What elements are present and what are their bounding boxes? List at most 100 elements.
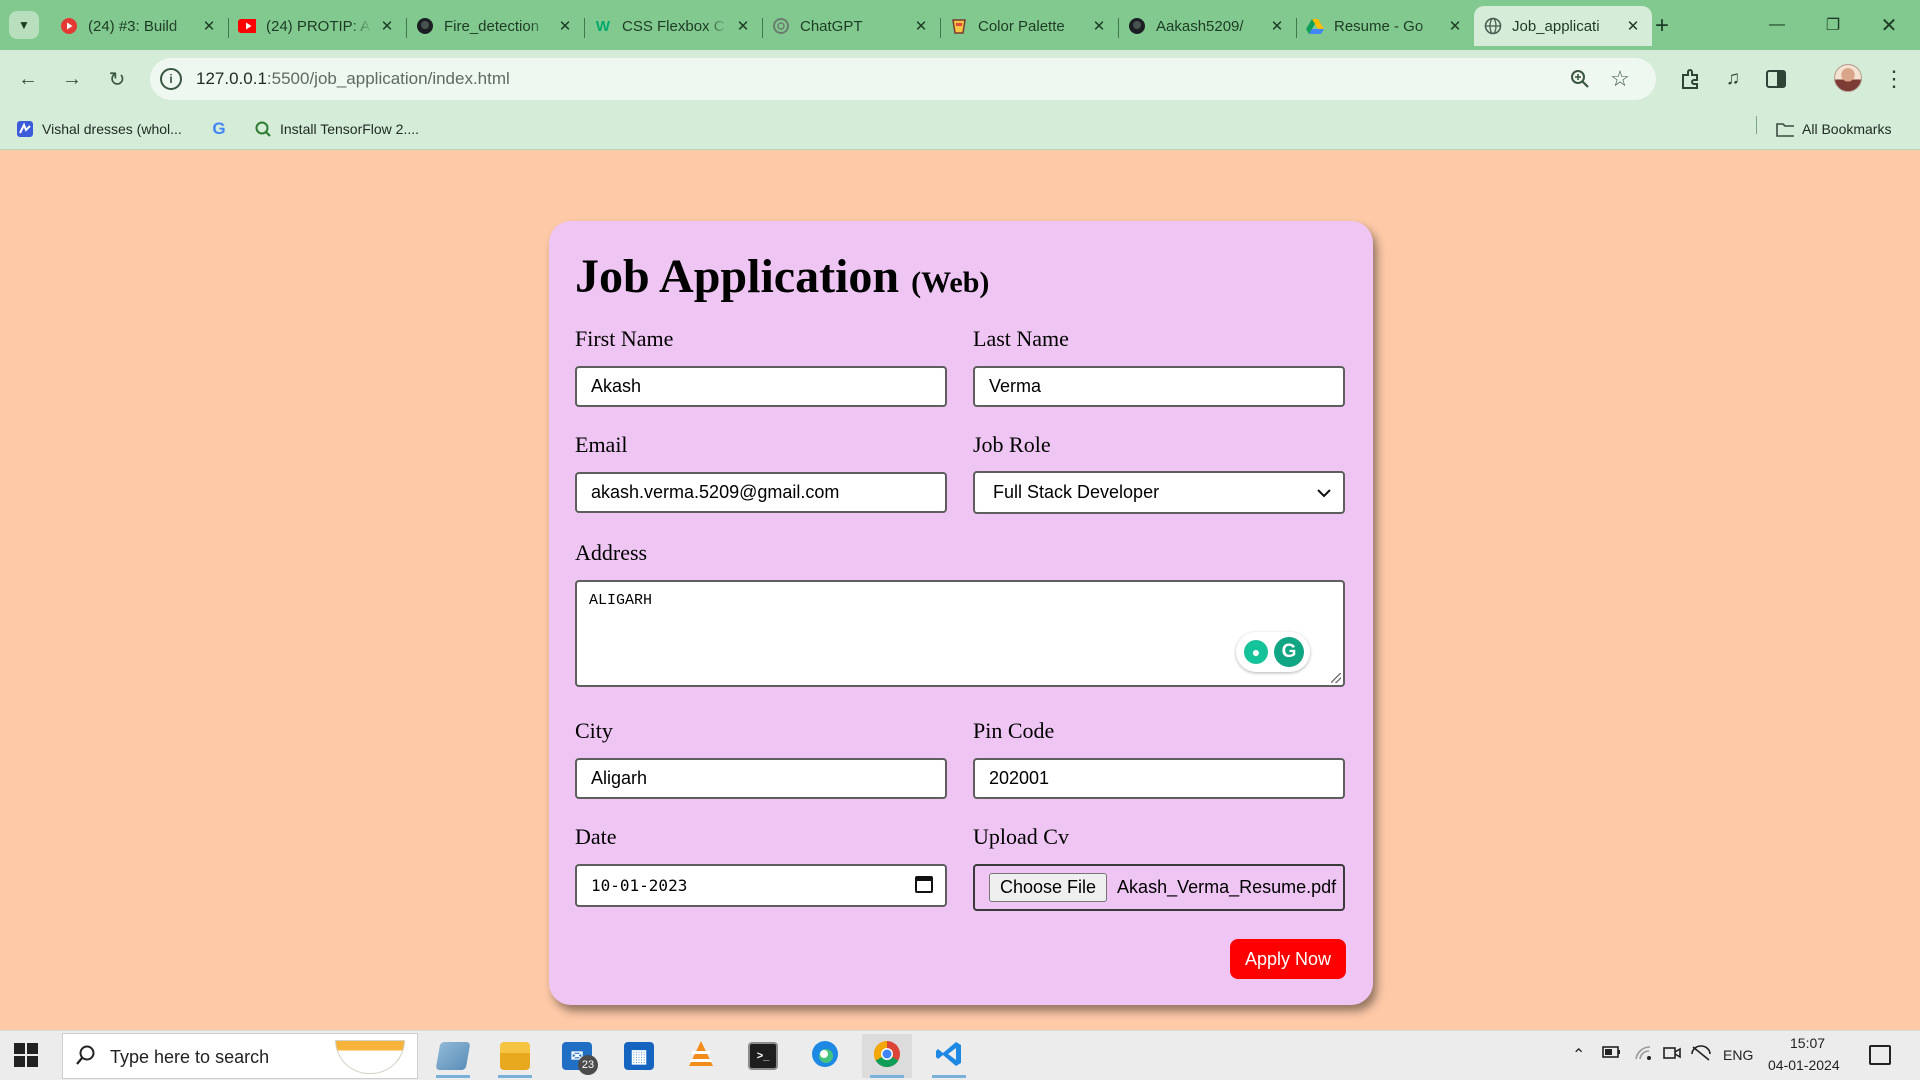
taskbar-search[interactable]: Type here to search	[62, 1033, 418, 1079]
language-indicator[interactable]: ENG	[1723, 1047, 1753, 1063]
close-icon[interactable]: ✕	[556, 17, 574, 35]
all-bookmarks-label: All Bookmarks	[1802, 121, 1892, 137]
more-menu-icon[interactable]: ⋮	[1878, 63, 1910, 95]
tab-color-palette[interactable]: Color Palette ✕	[940, 6, 1118, 46]
tab-title: ChatGPT	[800, 17, 863, 35]
close-icon[interactable]: ✕	[734, 17, 752, 35]
email-input[interactable]: akash.verma.5209@gmail.com	[575, 472, 947, 513]
star-icon[interactable]: ☆	[1608, 66, 1632, 91]
grammarly-widget[interactable]: ● G	[1236, 632, 1310, 672]
folder-icon	[1776, 120, 1794, 138]
bookmarks-bar: Vishal dresses (whol... G Install Tensor…	[0, 108, 1920, 150]
close-icon[interactable]: ✕	[1268, 17, 1286, 35]
taskbar-app-file-explorer[interactable]	[490, 1034, 540, 1078]
chatgpt-icon	[772, 17, 790, 35]
minimize-button[interactable]: —	[1754, 10, 1800, 40]
network-icon[interactable]	[1690, 1045, 1712, 1066]
windows-start-icon[interactable]	[14, 1043, 38, 1067]
browser-toolbar: ← → ↻ i 127.0.0.1:5500/job_application/i…	[0, 50, 1920, 108]
tab-job-application[interactable]: Job_applicati ✕	[1474, 6, 1652, 46]
search-bookmark-icon	[254, 120, 272, 138]
resize-handle-icon[interactable]	[1331, 673, 1341, 683]
new-tab-button[interactable]: +	[1648, 12, 1676, 40]
close-window-button[interactable]: ✕	[1866, 10, 1912, 40]
chevron-up-icon[interactable]: ⌃	[1572, 1045, 1585, 1065]
w3schools-icon: W	[595, 17, 611, 35]
bookmark-label: Install TensorFlow 2....	[280, 121, 420, 137]
close-icon[interactable]: ✕	[912, 17, 930, 35]
clock-time[interactable]: 15:07	[1790, 1035, 1825, 1051]
close-icon[interactable]: ✕	[1090, 17, 1108, 35]
tab-css-flexbox[interactable]: W CSS Flexbox C ✕	[584, 6, 762, 46]
close-icon[interactable]: ✕	[1446, 17, 1464, 35]
taskbar-app-notes[interactable]	[428, 1034, 478, 1078]
search-placeholder: Type here to search	[110, 1047, 270, 1067]
wifi-icon[interactable]	[1634, 1045, 1652, 1066]
back-button[interactable]: ←	[12, 63, 44, 95]
taskbar-app-store[interactable]: ▦	[614, 1034, 664, 1078]
tab-github-fire-detection[interactable]: Fire_detection ✕	[406, 6, 584, 46]
tab-resume-google-drive[interactable]: Resume - Go ✕	[1296, 6, 1474, 46]
info-icon[interactable]: i	[160, 68, 182, 90]
chosen-file-name: Akash_Verma_Resume.pdf	[1117, 877, 1337, 897]
tab-chatgpt[interactable]: ChatGPT ✕	[762, 6, 940, 46]
tab-youtube-build[interactable]: (24) #3: Build ✕	[50, 6, 228, 46]
grammarly-icon[interactable]: G	[1274, 637, 1304, 667]
bookmarks-divider	[1756, 116, 1757, 134]
taskbar-app-terminal[interactable]: >_	[738, 1034, 788, 1078]
bookmark-install-tensorflow[interactable]: Install TensorFlow 2....	[254, 117, 419, 141]
first-name-value: Akash	[591, 376, 642, 396]
tab-youtube-protip[interactable]: (24) PROTIP: A ✕	[228, 6, 406, 46]
meet-now-icon[interactable]	[1663, 1045, 1681, 1066]
lightbulb-icon[interactable]: ●	[1244, 640, 1268, 664]
tab-search-button[interactable]: ▼	[9, 11, 39, 39]
extensions-icon[interactable]	[1675, 63, 1707, 95]
calendar-icon[interactable]	[915, 876, 933, 893]
close-icon[interactable]: ✕	[378, 17, 396, 35]
chrome-icon	[872, 1039, 902, 1074]
city-label: City	[575, 718, 613, 743]
store-icon: ▦	[624, 1042, 654, 1070]
tab-github-aakash[interactable]: Aakash5209/ ✕	[1118, 6, 1296, 46]
choose-file-button[interactable]: Choose File	[989, 873, 1108, 902]
last-name-input[interactable]: Verma	[973, 366, 1345, 407]
edge-icon	[810, 1039, 840, 1074]
reload-icon: ↻	[108, 68, 126, 91]
youtube-icon	[238, 17, 256, 35]
close-icon: ✕	[1880, 14, 1898, 37]
taskbar-app-vscode[interactable]	[924, 1034, 974, 1078]
tab-list: (24) #3: Build ✕ (24) PROTIP: A ✕ Fire_d…	[50, 6, 1652, 50]
close-icon[interactable]: ✕	[200, 17, 218, 35]
taskbar-app-edge[interactable]	[800, 1034, 850, 1078]
job-role-select[interactable]: Full Stack Developer	[973, 471, 1345, 514]
bookmark-vishal-dresses[interactable]: Vishal dresses (whol...	[16, 117, 182, 141]
taskbar-app-vlc[interactable]	[676, 1034, 726, 1078]
address-bar[interactable]: i 127.0.0.1:5500/job_application/index.h…	[150, 58, 1656, 100]
url-host: 127.0.0.1	[196, 69, 267, 88]
zoom-icon[interactable]	[1568, 67, 1592, 91]
taskbar-app-mail[interactable]: ✉ 23	[552, 1034, 602, 1078]
reload-button[interactable]: ↻	[101, 63, 133, 95]
all-bookmarks-button[interactable]: All Bookmarks	[1776, 117, 1891, 141]
title-text: Job Application	[575, 250, 900, 303]
taskbar-app-chrome[interactable]	[862, 1034, 912, 1078]
close-icon[interactable]: ✕	[1624, 17, 1642, 35]
battery-icon[interactable]	[1602, 1045, 1622, 1064]
city-input[interactable]: Aligarh	[575, 758, 947, 799]
address-textarea[interactable]: ALIGARH ● G	[575, 580, 1345, 687]
bookmark-google[interactable]: G	[210, 117, 236, 141]
profile-avatar[interactable]	[1834, 64, 1862, 92]
url-text[interactable]: 127.0.0.1:5500/job_application/index.htm…	[196, 69, 510, 89]
media-controls-icon[interactable]: ♫	[1717, 63, 1749, 95]
pin-code-input[interactable]: 202001	[973, 758, 1345, 799]
clock-date[interactable]: 04-01-2024	[1768, 1057, 1840, 1073]
restore-button[interactable]: ❐	[1810, 10, 1856, 40]
notification-icon[interactable]	[1869, 1045, 1891, 1065]
upload-cv-input[interactable]: Choose File Akash_Verma_Resume.pdf	[973, 864, 1345, 911]
date-input[interactable]: 10-01-2023	[575, 864, 947, 907]
date-label: Date	[575, 824, 617, 849]
first-name-input[interactable]: Akash	[575, 366, 947, 407]
side-panel-icon[interactable]	[1760, 63, 1792, 95]
forward-button[interactable]: →	[56, 63, 88, 95]
apply-now-button[interactable]: Apply Now	[1230, 939, 1346, 979]
